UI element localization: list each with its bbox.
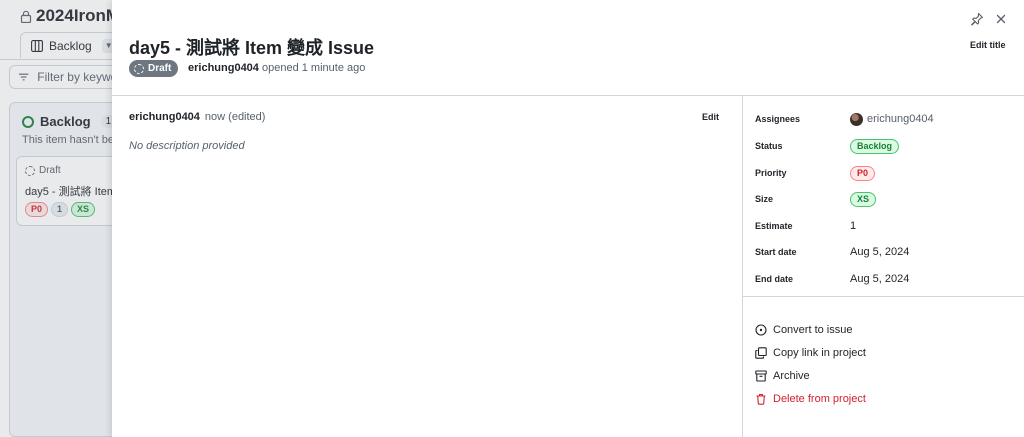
size-badge: XS <box>850 191 877 207</box>
convert-to-issue-button[interactable]: Convert to issue <box>755 322 852 338</box>
field-label: End date <box>755 274 794 284</box>
item-body: erichung0404 now (edited) Edit No descrip… <box>112 96 742 437</box>
action-label: Convert to issue <box>773 324 853 336</box>
action-label: Delete from project <box>773 393 866 405</box>
field-end-date[interactable]: End date Aug 5, 2024 <box>755 269 1015 289</box>
comment-body: No description provided <box>129 140 245 152</box>
issue-opened-icon <box>755 324 767 336</box>
copy-link-button[interactable]: Copy link in project <box>755 345 866 361</box>
divider <box>743 296 1024 297</box>
pin-icon[interactable] <box>970 12 984 26</box>
avatar <box>850 112 863 126</box>
delete-from-project-button[interactable]: Delete from project <box>755 391 866 407</box>
comment-author[interactable]: erichung0404 <box>129 111 200 123</box>
comment-header: erichung0404 now (edited) <box>129 111 265 123</box>
field-value: XS <box>850 191 877 207</box>
opened-meta: erichung0404 opened 1 minute ago <box>188 62 365 74</box>
field-value: Aug 5, 2024 <box>850 246 910 258</box>
field-label: Status <box>755 141 783 151</box>
comment-meta: now (edited) <box>204 111 266 123</box>
archive-button[interactable]: Archive <box>755 368 810 384</box>
priority-badge: P0 <box>850 165 876 181</box>
field-start-date[interactable]: Start date Aug 5, 2024 <box>755 242 1015 262</box>
field-label: Priority <box>755 168 787 178</box>
trash-icon <box>756 394 766 405</box>
action-label: Copy link in project <box>773 347 866 359</box>
copy-icon <box>755 347 767 359</box>
draft-badge-label: Draft <box>148 63 172 74</box>
page-title: day5 - 測試將 Item 變成 Issue <box>129 38 375 58</box>
field-value: erichung0404 <box>850 112 934 126</box>
assignee-name: erichung0404 <box>867 113 934 125</box>
action-label: Archive <box>773 370 810 382</box>
field-status[interactable]: Status Backlog <box>755 136 1015 156</box>
archive-icon <box>755 370 767 382</box>
field-value: Aug 5, 2024 <box>850 273 910 285</box>
draft-badge: Draft <box>129 60 179 77</box>
field-value: 1 <box>850 220 857 232</box>
fields-sidebar: Assignees erichung0404 Status Backlog Pr… <box>742 96 1024 437</box>
status-badge: Backlog <box>850 138 900 154</box>
item-side-panel: day5 - 測試將 Item 變成 Issue Draft erichung0… <box>112 0 1024 437</box>
field-label: Estimate <box>755 221 793 231</box>
field-label: Start date <box>755 247 797 257</box>
author-link[interactable]: erichung0404 <box>188 62 259 74</box>
field-assignees[interactable]: Assignees erichung0404 <box>755 109 1015 129</box>
field-estimate[interactable]: Estimate 1 <box>755 216 1015 236</box>
edit-comment-button[interactable]: Edit <box>702 112 719 122</box>
field-label: Size <box>755 194 774 204</box>
field-priority[interactable]: Priority P0 <box>755 163 1015 183</box>
field-label: Assignees <box>755 114 801 124</box>
field-value: P0 <box>850 165 876 181</box>
edit-title-button[interactable]: Edit title <box>970 40 1006 50</box>
opened-text: opened 1 minute ago <box>261 62 366 74</box>
draft-icon <box>134 63 144 74</box>
field-value: Backlog <box>850 138 900 154</box>
close-icon[interactable] <box>994 12 1008 26</box>
panel-header: day5 - 測試將 Item 變成 Issue Draft erichung0… <box>112 0 1024 96</box>
field-size[interactable]: Size XS <box>755 189 1015 209</box>
